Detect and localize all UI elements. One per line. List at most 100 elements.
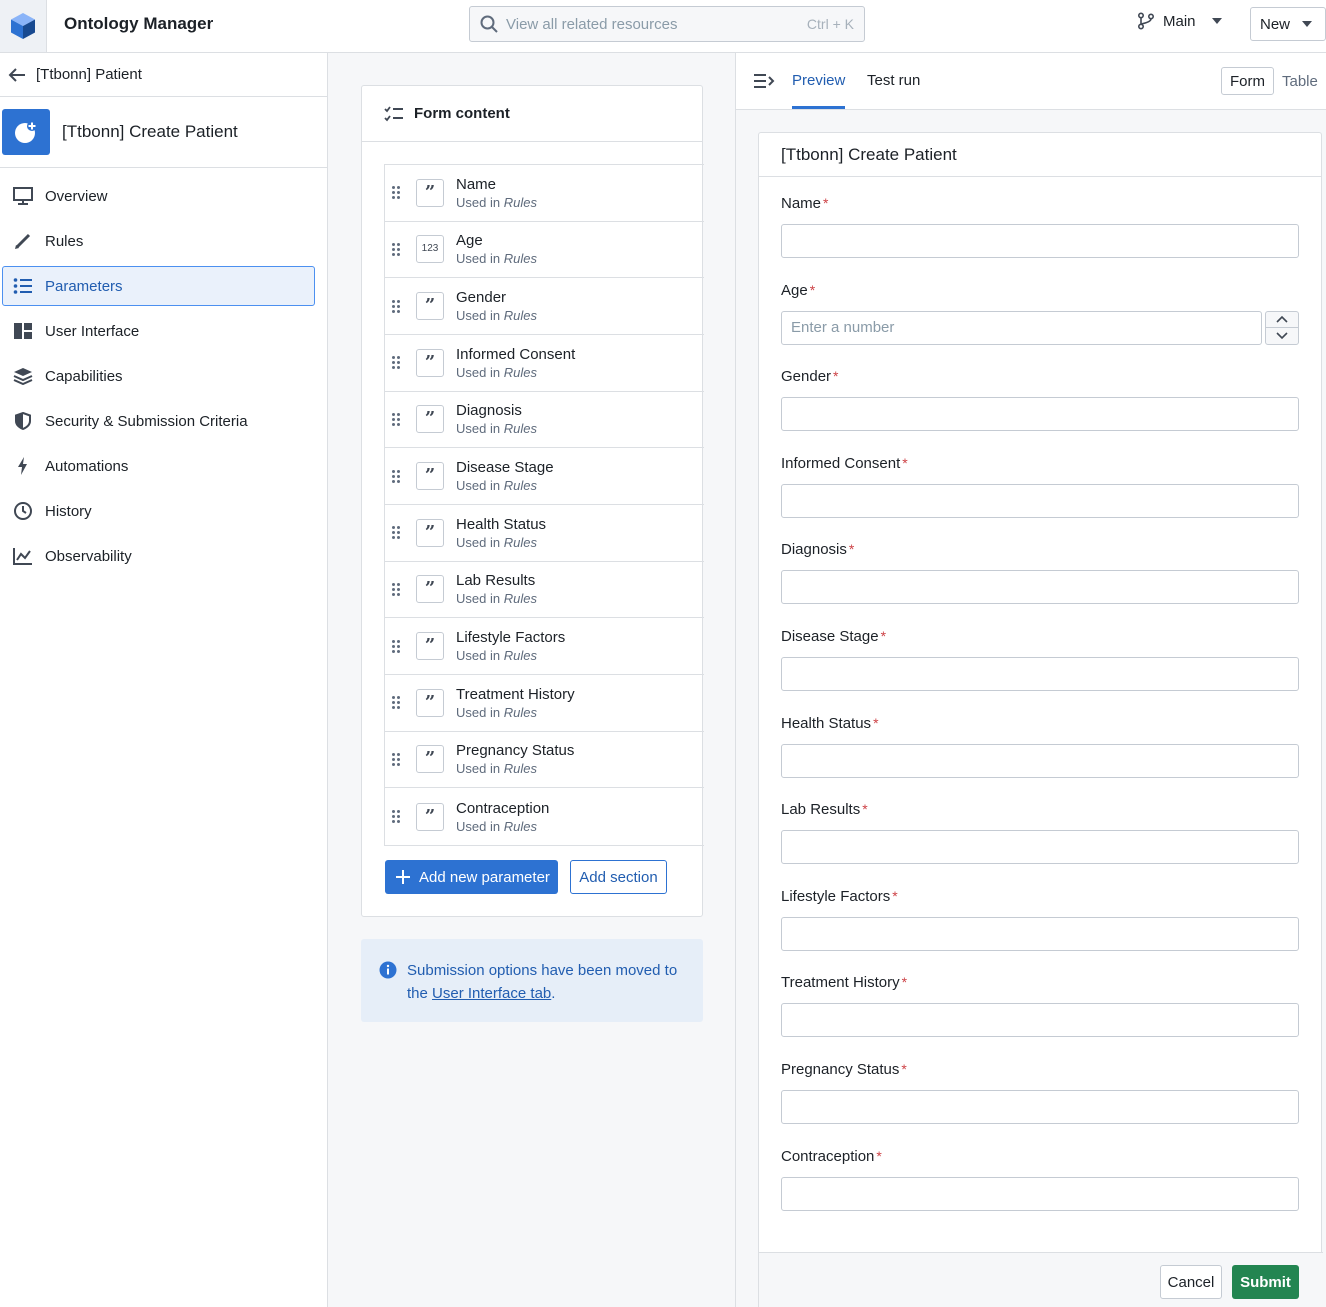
parameter-usage: Used in Rules (456, 819, 549, 834)
parameter-usage: Used in Rules (456, 195, 537, 210)
parameter-usage: Used in Rules (456, 591, 537, 606)
form-preview: [Ttbonn] Create Patient Name * Age * Enter… (758, 132, 1323, 1307)
parameter-row[interactable]: ” Informed Consent Used in Rules (385, 335, 704, 392)
drag-handle-icon[interactable] (392, 752, 402, 766)
parameter-usage: Used in Rules (456, 761, 574, 776)
string-type-icon: ” (416, 292, 444, 321)
text-input[interactable] (781, 570, 1299, 605)
submit-button[interactable]: Submit (1232, 1265, 1299, 1299)
parameter-row[interactable]: ” Treatment History Used in Rules (385, 675, 704, 732)
new-button[interactable]: New (1250, 7, 1326, 41)
drag-handle-icon[interactable] (392, 582, 402, 596)
age-number-input[interactable]: Enter a number (781, 310, 1262, 345)
sidebar-item-overview[interactable]: Overview (2, 176, 315, 216)
view-mode-table[interactable]: Table (1274, 67, 1326, 95)
info-text-after: . (551, 985, 556, 1002)
user-interface-tab-link[interactable]: User Interface tab (432, 985, 551, 1002)
parameter-row[interactable]: ” Diagnosis Used in Rules (385, 392, 704, 449)
form-field: Gender * (781, 368, 1299, 432)
parameter-row[interactable]: ” Disease Stage Used in Rules (385, 448, 704, 505)
collapse-panel-icon[interactable] (753, 72, 775, 90)
drag-handle-icon[interactable] (392, 242, 402, 256)
parameter-text: Contraception Used in Rules (456, 800, 549, 834)
text-input[interactable] (781, 743, 1299, 778)
drag-handle-icon[interactable] (392, 526, 402, 540)
view-mode-toggle: Form Table (1221, 67, 1326, 95)
parameter-name: Name (456, 175, 497, 193)
used-in-label: Used in (456, 591, 501, 607)
parameter-text: Lab Results Used in Rules (456, 572, 537, 606)
search-input[interactable]: View all related resources Ctrl + K (469, 6, 865, 42)
sidebar-item-observability[interactable]: Observability (2, 536, 315, 576)
add-section-button[interactable]: Add section (570, 860, 667, 894)
create-object-icon (15, 121, 37, 143)
parameter-row[interactable]: ” Pregnancy Status Used in Rules (385, 732, 704, 789)
field-label: Name (781, 195, 822, 212)
string-type-icon: ” (416, 575, 444, 604)
form-field: Disease Stage * (781, 628, 1299, 691)
back-link[interactable]: [Ttbonn] Patient (0, 53, 327, 97)
parameter-text: Lifestyle Factors Used in Rules (456, 629, 565, 663)
drag-handle-icon[interactable] (392, 469, 402, 483)
parameter-name: Contraception (456, 799, 550, 817)
tab-preview[interactable]: Preview (792, 72, 845, 89)
sidebar-item-capabilities[interactable]: Capabilities (2, 356, 315, 396)
chart-icon (13, 548, 32, 565)
app-logo[interactable] (0, 0, 47, 52)
decrement-button[interactable] (1266, 328, 1298, 344)
used-in-target: Rules (503, 761, 537, 777)
text-input[interactable] (781, 830, 1299, 865)
text-input[interactable] (781, 657, 1299, 691)
parameter-row[interactable]: ” Gender Used in Rules (385, 278, 704, 335)
sidebar-item-user-interface[interactable]: User Interface (2, 311, 315, 351)
text-input[interactable] (781, 1176, 1299, 1211)
drag-handle-icon[interactable] (392, 412, 402, 426)
parameter-row[interactable]: ” Contraception Used in Rules (385, 788, 704, 845)
text-input[interactable] (781, 397, 1299, 432)
required-marker: * (901, 974, 908, 991)
active-tab-indicator (792, 106, 845, 109)
drag-handle-icon[interactable] (392, 186, 402, 200)
arrow-left-icon (8, 67, 25, 82)
git-branch-icon (1137, 12, 1155, 30)
parameter-usage: Used in Rules (456, 421, 537, 436)
chevron-up-icon (1276, 316, 1288, 323)
drag-handle-icon[interactable] (392, 639, 402, 653)
drag-handle-icon[interactable] (392, 696, 402, 710)
sidebar-item-history[interactable]: History (2, 491, 315, 531)
used-in-target: Rules (503, 648, 537, 664)
info-text: Submission options have been moved to th… (407, 959, 685, 1002)
text-input[interactable] (781, 483, 1299, 518)
tab-test-run[interactable]: Test run (867, 72, 920, 89)
parameter-usage: Used in Rules (456, 251, 537, 266)
search-icon (480, 15, 498, 33)
sidebar-item-security[interactable]: Security & Submission Criteria (2, 401, 315, 441)
parameter-row[interactable]: ” Lifestyle Factors Used in Rules (385, 618, 704, 675)
parameter-row[interactable]: ” Health Status Used in Rules (385, 505, 704, 562)
text-input[interactable] (781, 916, 1299, 951)
sidebar-item-rules[interactable]: Rules (2, 221, 315, 261)
text-input[interactable] (781, 1090, 1299, 1124)
field-label: Diagnosis (781, 541, 847, 559)
drag-handle-icon[interactable] (392, 299, 402, 313)
parameter-usage: Used in Rules (456, 478, 554, 493)
parameter-row[interactable]: ” Lab Results Used in Rules (385, 562, 704, 619)
text-input[interactable] (781, 1003, 1299, 1038)
shield-icon (15, 412, 31, 430)
add-parameter-button[interactable]: Add new parameter (385, 860, 558, 894)
number-stepper[interactable] (1265, 310, 1299, 345)
chevron-down-icon (1211, 18, 1222, 24)
cancel-button[interactable]: Cancel (1160, 1265, 1222, 1299)
parameter-row[interactable]: 123 Age Used in Rules (385, 222, 704, 279)
drag-handle-icon[interactable] (392, 356, 402, 370)
drag-handle-icon[interactable] (392, 810, 402, 824)
view-mode-form[interactable]: Form (1221, 67, 1274, 95)
parameter-row[interactable]: ” Name Used in Rules (385, 165, 704, 222)
branch-selector[interactable]: Main (1137, 12, 1222, 30)
text-input[interactable] (781, 224, 1299, 258)
sidebar-item-automations[interactable]: Automations (2, 446, 315, 486)
sidebar-item-parameters[interactable]: Parameters (2, 266, 315, 306)
form-field: Informed Consent * (781, 455, 1299, 518)
used-in-label: Used in (456, 194, 501, 210)
increment-button[interactable] (1266, 312, 1298, 329)
